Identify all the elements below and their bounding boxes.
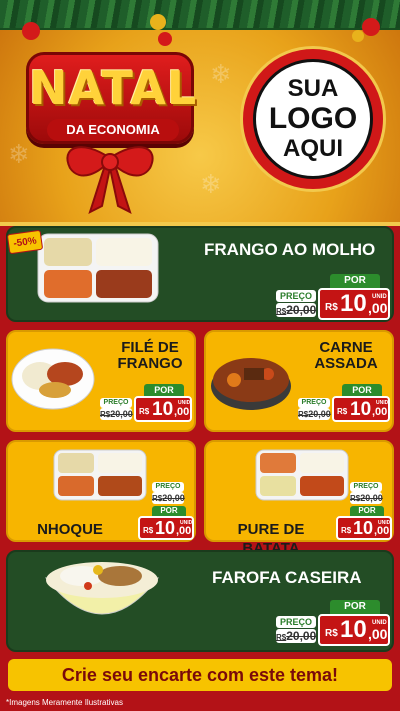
preco-label: PREÇO <box>100 398 132 408</box>
logo-placeholder: SUA LOGO AQUI <box>253 59 373 179</box>
christmas-header: ❄ ❄ ❄ NATAL DA ECONOMIA SUA LOGO AQUI <box>0 0 400 222</box>
old-price: R$20,00 <box>350 492 383 504</box>
meal-bowl-image <box>44 562 160 615</box>
old-price: R$20,00 <box>152 492 185 504</box>
dish-name-line-2: ASSADA <box>314 355 378 372</box>
old-price: R$20,00 <box>100 408 133 420</box>
old-price: R$20,00 <box>276 303 317 317</box>
preco-label: PREÇO <box>276 290 316 302</box>
natal-logo-badge: NATAL DA ECONOMIA <box>26 52 198 144</box>
dish-name: NHOQUE <box>37 521 103 538</box>
preco-label: PREÇO <box>350 482 382 492</box>
dish-name: FAROFA CASEIRA <box>212 568 362 587</box>
snowflake-icon: ❄ <box>210 60 232 90</box>
ornament-ball-icon <box>158 32 172 46</box>
ornament-ball-icon <box>150 14 166 30</box>
preco-label: PREÇO <box>298 398 330 408</box>
new-price: R$ 10 UNID ,00 <box>138 516 194 540</box>
ornament-ball-icon <box>352 30 364 42</box>
ornament-ball-icon <box>362 18 380 36</box>
preco-label: PREÇO <box>276 616 316 628</box>
preco-label: PREÇO <box>152 482 184 492</box>
ornament-ball-icon <box>22 22 40 40</box>
por-label: POR <box>330 600 380 614</box>
dish-name: FRANGO AO MOLHO <box>204 240 376 259</box>
new-price: R$ 10 UNID ,00 <box>318 288 390 320</box>
logo-line-3: AQUI <box>283 135 343 162</box>
red-bow-icon <box>66 146 154 214</box>
por-label: POR <box>342 384 382 396</box>
meal-tray-image <box>37 233 159 303</box>
new-price: R$ 10 UNID ,00 <box>332 396 390 422</box>
old-price: R$20,00 <box>276 629 317 643</box>
old-price: R$20,00 <box>298 408 331 420</box>
meal-tray-image <box>53 449 147 501</box>
meal-bowl-image <box>11 348 95 410</box>
logo-line-2: LOGO <box>268 102 358 135</box>
por-label: POR <box>330 274 380 288</box>
logo-line-1: SUA <box>287 75 339 102</box>
campaign-title: NATAL <box>29 61 198 115</box>
por-label: POR <box>144 384 184 396</box>
meal-bowl-image <box>211 358 291 410</box>
snowflake-icon: ❄ <box>8 140 30 170</box>
new-price: R$ 10 UNID ,00 <box>134 396 192 422</box>
meal-tray-image <box>255 449 349 501</box>
new-price: R$ 10 UNID ,00 <box>318 614 390 646</box>
logo-placeholder-ring: SUA LOGO AQUI <box>240 46 386 192</box>
disclaimer-text: *Imagens Meramente Ilustrativas <box>6 698 123 707</box>
new-price: R$ 10 UNID ,00 <box>336 516 392 540</box>
pine-garland <box>0 0 400 30</box>
por-label: POR <box>350 506 384 516</box>
dish-name-line-2: FRANGO <box>117 355 183 372</box>
cta-banner: Crie seu encarte com este tema! <box>8 659 392 691</box>
snowflake-icon: ❄ <box>200 170 222 200</box>
por-label: POR <box>152 506 186 516</box>
